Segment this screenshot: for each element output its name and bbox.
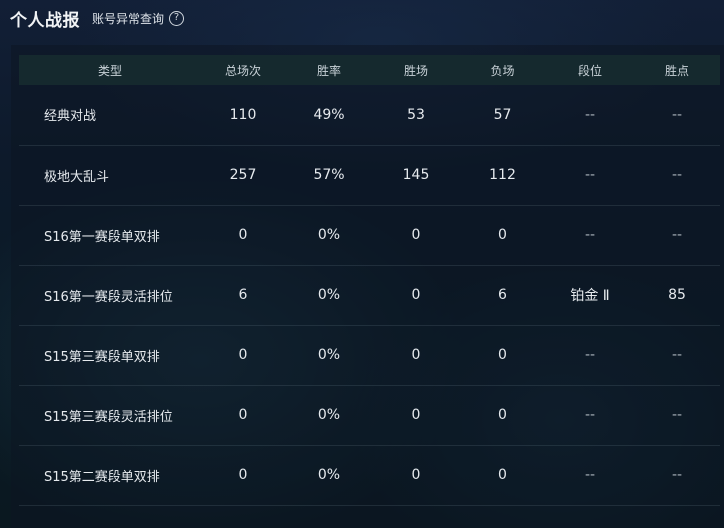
cell-losses: 6	[498, 287, 507, 303]
cell-type: 经典对战	[44, 109, 97, 125]
column-header-losses: 负场	[490, 63, 515, 78]
cell-win-rate: 57%	[313, 167, 345, 183]
cell-total: 6	[238, 287, 248, 303]
cell-total: 0	[238, 407, 248, 423]
cell-total: 257	[229, 167, 257, 183]
cell-win-rate: 0%	[317, 467, 341, 483]
table-row: S16第一赛段单双排 0 0% 0 0 -- --	[19, 205, 720, 265]
column-header-win-rate: 胜率	[316, 63, 341, 78]
cell-type: 极地大乱斗	[44, 169, 110, 185]
cell-points: 85	[668, 287, 686, 303]
cell-total: 0	[238, 227, 248, 243]
cell-total: 0	[238, 467, 248, 483]
cell-points: --	[671, 467, 683, 483]
account-anomaly-query-label: 账号异常查询	[92, 11, 165, 26]
cell-wins: 0	[411, 347, 421, 363]
table-row: 极地大乱斗 257 57% 145 112 -- --	[19, 145, 720, 205]
cell-type: S15第三赛段灵活排位	[44, 409, 173, 425]
table-row: 经典对战 110 49% 53 57 -- --	[19, 85, 720, 145]
cell-rank: --	[584, 347, 596, 363]
cell-total: 0	[238, 347, 248, 363]
cell-rank: --	[584, 467, 596, 483]
help-icon[interactable]: ?	[169, 10, 185, 26]
cell-losses: 112	[489, 167, 516, 183]
cell-type: S15第三赛段单双排	[44, 349, 160, 365]
column-header-wins: 胜场	[403, 63, 428, 78]
page-header: 个人战报 账号异常查询 ?	[0, 0, 724, 44]
cell-type: S15第二赛段单双排	[44, 469, 160, 485]
cell-losses: 0	[498, 407, 507, 423]
cell-wins: 0	[411, 467, 421, 483]
cell-wins: 145	[402, 167, 430, 183]
cell-rank: --	[584, 227, 596, 243]
table-row: S15第三赛段单双排 0 0% 0 0 -- --	[19, 325, 720, 385]
column-header-total: 总场次	[224, 63, 261, 78]
cell-win-rate: 49%	[313, 106, 345, 123]
cell-rank: --	[584, 106, 596, 123]
table-header-row: 类型 总场次 胜率 胜场 负场 段位 胜点	[19, 55, 720, 85]
cell-win-rate: 0%	[317, 347, 341, 363]
cell-wins: 0	[411, 287, 421, 303]
cell-losses: 57	[493, 106, 512, 123]
cell-points: --	[671, 407, 683, 423]
column-header-rank: 段位	[577, 63, 602, 78]
cell-points: --	[671, 106, 683, 123]
cell-losses: 0	[498, 467, 507, 483]
cell-type: S16第一赛段灵活排位	[44, 289, 173, 305]
cell-type: S16第一赛段单双排	[44, 229, 160, 245]
cell-rank: --	[584, 167, 596, 183]
cell-losses: 0	[498, 347, 507, 363]
account-anomaly-query-link[interactable]: 账号异常查询 ?	[92, 10, 185, 27]
cell-win-rate: 0%	[317, 227, 341, 243]
cell-points: --	[671, 227, 683, 243]
cell-rank: --	[584, 407, 596, 423]
table-row: S15第三赛段灵活排位 0 0% 0 0 -- --	[19, 385, 720, 445]
cell-points: --	[671, 347, 683, 363]
cell-win-rate: 0%	[317, 407, 341, 423]
table-row: S16第一赛段灵活排位 6 0% 0 6 铂金 Ⅱ 85	[19, 265, 720, 325]
page-title: 个人战报	[10, 10, 80, 31]
cell-rank: 铂金 Ⅱ	[570, 288, 610, 304]
cell-wins: 0	[411, 407, 421, 423]
cell-win-rate: 0%	[317, 287, 341, 303]
column-header-points: 胜点	[664, 63, 689, 78]
cell-points: --	[671, 167, 683, 183]
column-header-type: 类型	[97, 63, 122, 78]
cell-total: 110	[229, 106, 257, 123]
table-row: S15第二赛段单双排 0 0% 0 0 -- --	[19, 445, 720, 505]
cell-wins: 0	[411, 227, 421, 243]
stats-table: 类型 总场次 胜率 胜场 负场 段位 胜点 经典对战 110 49% 53 57…	[19, 55, 720, 506]
cell-wins: 53	[407, 106, 425, 123]
cell-losses: 0	[498, 227, 507, 243]
